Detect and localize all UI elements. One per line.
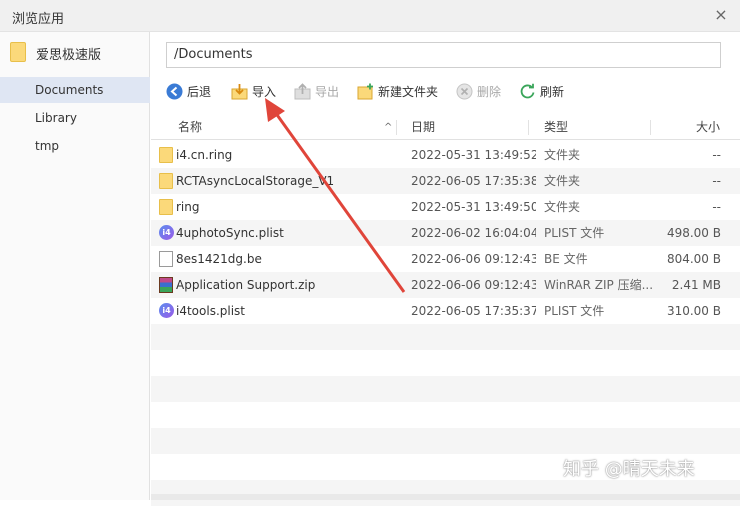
back-arrow-icon xyxy=(166,83,183,100)
table-row[interactable]: ring 2022-05-31 13:49:50 文件夹 -- xyxy=(151,194,740,220)
delete-icon xyxy=(456,83,473,100)
file-size: -- xyxy=(712,148,721,162)
back-label: 后退 xyxy=(187,85,212,99)
file-name: 4uphotoSync.plist xyxy=(176,226,284,240)
file-date: 2022-06-06 09:12:43 xyxy=(411,278,536,292)
file-icon xyxy=(159,251,173,267)
file-name: i4.cn.ring xyxy=(176,148,233,162)
plist-icon: i4 xyxy=(159,303,174,318)
file-size: 498.00 B xyxy=(666,226,721,240)
folder-icon xyxy=(159,173,173,189)
file-size: -- xyxy=(712,174,721,188)
table-row[interactable]: i4 i4tools.plist 2022-06-05 17:35:37 PLIST … xyxy=(151,298,740,324)
column-header-date[interactable]: 日期 xyxy=(411,116,435,139)
file-type: 文件夹 xyxy=(544,148,581,162)
new-folder-icon xyxy=(357,83,373,100)
table-row[interactable]: RCTAsyncLocalStorage_V1 2022-06-05 17:35:… xyxy=(151,168,740,194)
file-type: BE 文件 xyxy=(544,252,588,266)
file-type: WinRAR ZIP 压缩... xyxy=(544,278,654,292)
table-header: 名称 ^ 日期 类型 大小 xyxy=(151,116,740,140)
refresh-label: 刷新 xyxy=(540,85,565,99)
file-date: 2022-05-31 13:49:52 xyxy=(411,148,536,162)
empty-row xyxy=(151,350,740,376)
file-date: 2022-05-31 13:49:50 xyxy=(411,200,536,214)
file-size: -- xyxy=(712,200,721,214)
file-size: 804.00 B xyxy=(666,252,721,266)
watermark-text: 知乎 @晴天未来 xyxy=(563,459,695,480)
sidebar-item-documents[interactable]: Documents xyxy=(0,77,150,103)
folder-icon xyxy=(159,199,173,215)
main-panel: /Documents 后退 导入 导出 新建文件夹 删除 刷新 名称 ^ 日期 … xyxy=(151,32,740,506)
column-divider[interactable] xyxy=(650,120,651,135)
file-type: 文件夹 xyxy=(544,174,581,188)
close-icon[interactable]: × xyxy=(712,6,730,24)
empty-row xyxy=(151,376,740,402)
column-header-name[interactable]: 名称 xyxy=(178,116,202,139)
title-bar: 浏览应用 × xyxy=(0,0,740,32)
column-header-size[interactable]: 大小 xyxy=(696,116,720,139)
window-title: 浏览应用 xyxy=(12,12,65,27)
delete-label: 删除 xyxy=(477,85,502,99)
file-name: i4tools.plist xyxy=(176,304,245,318)
file-type: PLIST 文件 xyxy=(544,226,605,240)
file-date: 2022-06-02 16:04:04 xyxy=(411,226,536,240)
empty-row xyxy=(151,428,740,454)
refresh-icon xyxy=(520,83,535,99)
sort-ascending-icon[interactable]: ^ xyxy=(384,116,392,139)
file-name: ring xyxy=(176,200,200,214)
empty-row xyxy=(151,402,740,428)
file-name: Application Support.zip xyxy=(176,278,316,292)
file-size: 2.41 MB xyxy=(671,278,721,292)
empty-row xyxy=(151,324,740,350)
path-input[interactable]: /Documents xyxy=(166,42,721,68)
file-type: PLIST 文件 xyxy=(544,304,605,318)
plist-icon: i4 xyxy=(159,225,174,240)
sidebar-item-tmp[interactable]: tmp xyxy=(0,133,150,159)
file-name: RCTAsyncLocalStorage_V1 xyxy=(176,174,335,188)
file-date: 2022-06-06 09:12:43 xyxy=(411,252,536,266)
import-icon xyxy=(231,84,248,100)
table-row[interactable]: Application Support.zip 2022-06-06 09:12:… xyxy=(151,272,740,298)
app-folder-icon xyxy=(10,42,26,62)
toolbar: 后退 导入 导出 新建文件夹 删除 刷新 xyxy=(166,80,726,104)
file-size: 310.00 B xyxy=(666,304,721,318)
app-name: 爱思极速版 xyxy=(36,48,102,63)
table-row[interactable]: 8es1421dg.be 2022-06-06 09:12:43 BE 文件 804.… xyxy=(151,246,740,272)
file-name: 8es1421dg.be xyxy=(176,252,262,266)
empty-row xyxy=(151,480,740,506)
column-header-type[interactable]: 类型 xyxy=(544,116,568,139)
sidebar: 爱思极速版 Documents Library tmp xyxy=(0,32,150,500)
bottom-strip xyxy=(151,494,740,500)
table-row[interactable]: i4 4uphotoSync.plist 2022-06-02 16:04:04 PL… xyxy=(151,220,740,246)
zip-icon xyxy=(159,277,173,293)
sidebar-item-library[interactable]: Library xyxy=(0,105,150,131)
import-label: 导入 xyxy=(252,85,277,99)
column-divider[interactable] xyxy=(528,120,529,135)
file-date: 2022-06-05 17:35:38 xyxy=(411,174,536,188)
file-type: 文件夹 xyxy=(544,200,581,214)
file-date: 2022-06-05 17:35:37 xyxy=(411,304,536,318)
export-label: 导出 xyxy=(315,85,340,99)
new-folder-label: 新建文件夹 xyxy=(378,85,439,99)
folder-icon xyxy=(159,147,173,163)
export-icon xyxy=(294,83,311,100)
table-row[interactable]: i4.cn.ring 2022-05-31 13:49:52 文件夹 -- xyxy=(151,142,740,168)
column-divider[interactable] xyxy=(396,120,397,135)
